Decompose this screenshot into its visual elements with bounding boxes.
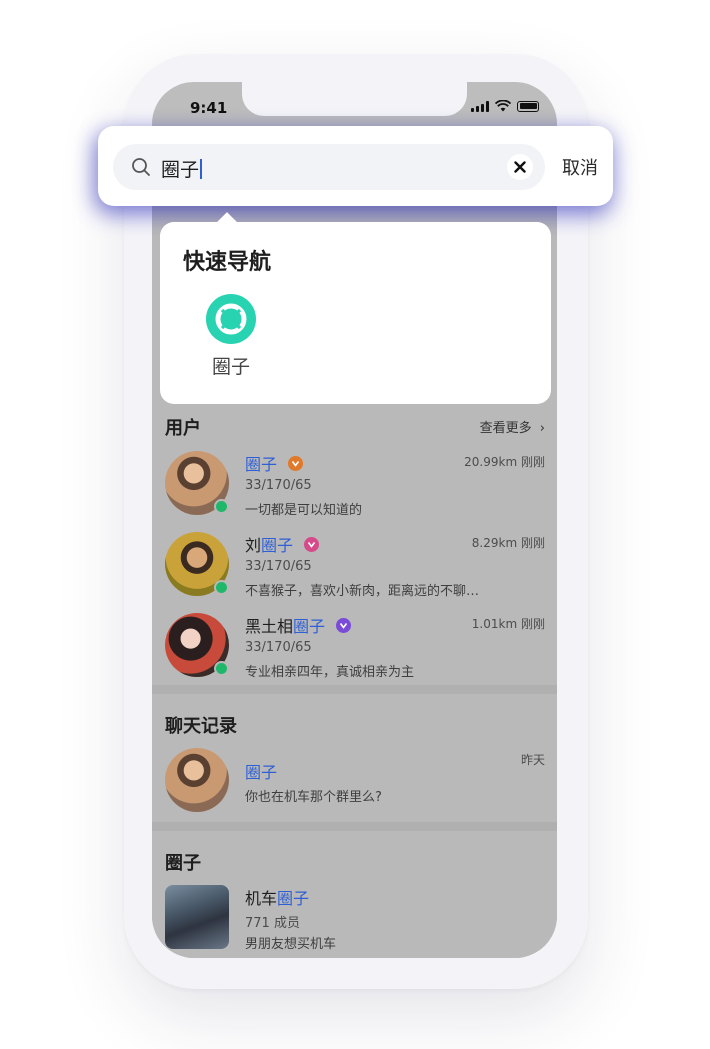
- status-time: 9:41: [190, 99, 228, 117]
- user-stats: 33/170/65: [245, 559, 312, 574]
- quick-nav-label: 圈子: [211, 356, 250, 378]
- battery-icon: [517, 100, 539, 112]
- status-icons: [471, 100, 539, 112]
- chat-message: 你也在机车那个群里么?: [245, 790, 382, 805]
- group-members: 771 成员: [245, 916, 300, 931]
- verified-badge-icon: [288, 456, 304, 471]
- user-bio: 专业相亲四年，真诚相亲为主: [245, 665, 415, 680]
- online-status-dot: [214, 499, 229, 514]
- cancel-button[interactable]: 取消: [562, 154, 598, 180]
- section-divider: [152, 685, 557, 694]
- section-divider: [152, 822, 557, 831]
- quick-nav-item-circle[interactable]: 圈子: [205, 294, 257, 379]
- text-cursor: [200, 158, 203, 179]
- quick-nav-card: 快速导航 圈子: [160, 212, 551, 404]
- group-name: 机车圈子: [245, 889, 310, 908]
- user-bio: 一切都是可以知道的: [245, 503, 363, 518]
- search-input[interactable]: 圈子: [113, 144, 545, 190]
- see-more-link[interactable]: 查看更多 ›: [480, 417, 545, 436]
- search-icon: [132, 158, 150, 176]
- quick-nav-title: 快速导航: [183, 250, 272, 275]
- clear-button[interactable]: [507, 154, 533, 180]
- users-section-title: 用户: [165, 418, 201, 439]
- user-name: 黑土相圈子: [245, 613, 352, 637]
- signal-icon: [471, 100, 489, 112]
- distance-time: 20.99km 刚刚: [464, 455, 545, 469]
- user-stats: 33/170/65: [245, 640, 312, 655]
- notch: [242, 82, 467, 116]
- chats-section-title: 聊天记录: [165, 716, 237, 737]
- distance-time: 8.29km 刚刚: [471, 536, 545, 550]
- circle-lifebuoy-icon: [206, 294, 256, 344]
- chat-time: 昨天: [520, 753, 545, 767]
- online-status-dot: [214, 580, 229, 595]
- avatar: [165, 748, 229, 812]
- distance-time: 1.01km 刚刚: [471, 617, 545, 631]
- user-name: 刘圈子: [245, 532, 320, 556]
- verified-badge-icon: [304, 537, 320, 552]
- groups-section-title: 圈子: [165, 853, 201, 874]
- group-description: 男朋友想买机车: [245, 937, 337, 952]
- group-thumbnail: [165, 885, 229, 949]
- chat-name: 圈子: [245, 763, 278, 782]
- chevron-right-icon: ›: [539, 421, 545, 436]
- wifi-icon: [495, 100, 511, 112]
- user-bio: 不喜猴子，喜欢小新肉，距离远的不聊…: [245, 584, 480, 599]
- online-status-dot: [214, 661, 229, 676]
- search-query: 圈子: [161, 155, 203, 182]
- see-more-label: 查看更多: [479, 421, 532, 436]
- user-name: 圈子: [245, 451, 304, 475]
- verified-badge-icon: [336, 618, 352, 633]
- user-stats: 33/170/65: [245, 478, 312, 493]
- search-bar: 圈子 取消: [98, 126, 613, 206]
- phone-screen: 9:41 用户 查看更多 › 圈子 20.99km 刚刚 33/170/65 一…: [152, 82, 557, 958]
- close-icon: [514, 161, 526, 173]
